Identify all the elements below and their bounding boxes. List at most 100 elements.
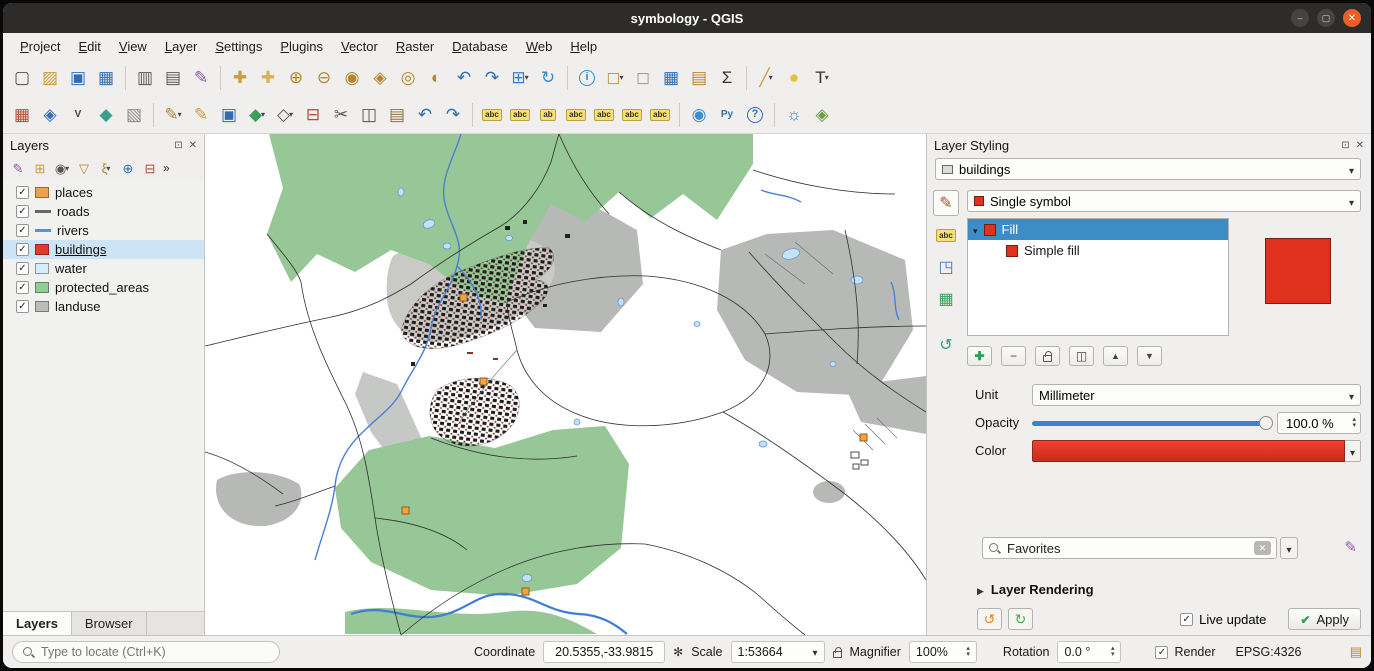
layer-row-buildings[interactable]: buildings	[3, 240, 204, 259]
menu-help[interactable]: Help	[561, 36, 606, 57]
pan-map-icon[interactable]: ✚	[227, 65, 253, 91]
apply-button[interactable]: Apply	[1288, 608, 1361, 630]
undo-style-button[interactable]: ↺	[977, 608, 1002, 630]
locate-input[interactable]	[41, 645, 270, 659]
symbology-tab[interactable]: ✎	[933, 190, 959, 216]
zoom-to-selection-icon[interactable]: ◎	[395, 65, 421, 91]
refresh-map-icon[interactable]: ↻	[535, 65, 561, 91]
zoom-to-layer-icon[interactable]: ◐	[423, 65, 449, 91]
new-print-layout-icon[interactable]: ▥	[132, 65, 158, 91]
tab-layers[interactable]: Layers	[3, 612, 72, 635]
layer-rendering-section[interactable]: Layer Rendering	[977, 582, 1094, 597]
zoom-in-icon[interactable]: ⊕	[283, 65, 309, 91]
clear-search-icon[interactable]: ✕	[1254, 541, 1271, 555]
layer-visibility-checkbox[interactable]	[16, 205, 29, 218]
layer-visibility-checkbox[interactable]	[16, 300, 29, 313]
map-tips-icon[interactable]: ●	[781, 65, 807, 91]
opacity-slider[interactable]	[1032, 421, 1271, 426]
filter-expression-icon[interactable]: ξ▾	[96, 158, 116, 178]
menu-plugins[interactable]: Plugins	[271, 36, 332, 57]
layer-labeling-icon[interactable]: abc	[479, 102, 505, 128]
save-layer-edits-icon[interactable]: ▣	[216, 102, 242, 128]
new-map-view-icon[interactable]: ⊞▾	[507, 65, 533, 91]
new-project-icon[interactable]: ▢	[9, 65, 35, 91]
menu-raster[interactable]: Raster	[387, 36, 443, 57]
rotation-spinbox[interactable]: 0.0 °	[1057, 641, 1121, 663]
menu-database[interactable]: Database	[443, 36, 517, 57]
color-button[interactable]	[1032, 440, 1361, 462]
menu-view[interactable]: View	[110, 36, 156, 57]
locate-search[interactable]	[12, 641, 280, 663]
spin-arrows-icon[interactable]	[962, 646, 970, 658]
minimize-button[interactable]: –	[1291, 9, 1309, 27]
magnifier-spinbox[interactable]: 100%	[909, 641, 977, 663]
zoom-native-icon[interactable]: ◉	[339, 65, 365, 91]
new-geopackage-layer-icon[interactable]: ◆	[93, 102, 119, 128]
add-group-icon[interactable]: ⊞	[30, 158, 50, 178]
symbol-node-fill[interactable]: Fill	[968, 219, 1228, 240]
color-chip[interactable]	[1032, 440, 1345, 462]
remove-symbol-layer-button[interactable]: −	[1001, 346, 1026, 366]
zoom-last-icon[interactable]: ↶	[451, 65, 477, 91]
extents-icon[interactable]: ✻	[673, 645, 683, 659]
layer-diagram-icon[interactable]: abc	[507, 102, 533, 128]
open-project-icon[interactable]: ▨	[37, 65, 63, 91]
menu-web[interactable]: Web	[517, 36, 562, 57]
labels-tab[interactable]: abc	[933, 222, 959, 248]
tab-browser[interactable]: Browser	[72, 612, 147, 635]
layer-visibility-checkbox[interactable]	[16, 224, 29, 237]
pin-labels-icon[interactable]: abc	[591, 102, 617, 128]
opacity-slider-knob[interactable]	[1259, 416, 1273, 430]
unit-combo[interactable]: Millimeter	[1032, 384, 1361, 406]
panel-float-icon[interactable]: ⊡	[1341, 140, 1349, 151]
layer-row-landuse[interactable]: landuse	[3, 297, 204, 316]
toggle-editing-icon[interactable]: ✎	[188, 102, 214, 128]
menu-layer[interactable]: Layer	[156, 36, 207, 57]
save-project-icon[interactable]: ▣	[65, 65, 91, 91]
layer-visibility-checkbox[interactable]	[16, 186, 29, 199]
panel-float-icon[interactable]: ⊡	[174, 140, 182, 151]
zoom-full-icon[interactable]: ◈	[367, 65, 393, 91]
add-vector-layer-icon[interactable]: ◈	[37, 102, 63, 128]
label-options-icon[interactable]: abc	[647, 102, 673, 128]
measure-icon[interactable]: ╱▾	[753, 65, 779, 91]
new-temporary-layer-icon[interactable]: ▧	[121, 102, 147, 128]
live-update-checkbox[interactable]: Live update	[1180, 612, 1266, 627]
layer-visibility-checkbox[interactable]	[16, 243, 29, 256]
view-3d-tab[interactable]: ◳	[933, 254, 959, 280]
map-canvas[interactable]	[205, 134, 926, 635]
move-down-button[interactable]: ▼	[1137, 346, 1162, 366]
checkbox-icon[interactable]	[1180, 613, 1193, 626]
pan-to-selection-icon[interactable]: ✚	[255, 65, 281, 91]
highlight-labels-icon[interactable]: abc	[619, 102, 645, 128]
statistical-summary-icon[interactable]: Σ	[714, 65, 740, 91]
current-edits-icon[interactable]: ✎▾	[160, 102, 186, 128]
manage-map-themes-icon[interactable]: ◉▾	[52, 158, 72, 178]
redo-style-button[interactable]: ↻	[1008, 608, 1033, 630]
history-tab[interactable]: ↺	[933, 332, 959, 358]
layer-selector-combo[interactable]: buildings	[935, 158, 1361, 180]
expander-icon[interactable]	[973, 222, 978, 237]
metasearch-icon[interactable]: ◉	[686, 102, 712, 128]
new-shapefile-layer-icon[interactable]: V	[65, 102, 91, 128]
python-console-icon[interactable]: Py	[714, 102, 740, 128]
panel-close-icon[interactable]: ✕	[1356, 140, 1364, 151]
style-manager-icon[interactable]: ✎	[188, 65, 214, 91]
coordinate-box[interactable]	[543, 641, 665, 663]
open-attribute-table-icon[interactable]: ▦	[658, 65, 684, 91]
style-manager-icon[interactable]: ✎	[1344, 538, 1357, 556]
color-dropdown[interactable]	[1345, 440, 1361, 462]
layer-row-places[interactable]: places	[3, 183, 204, 202]
zoom-out-icon[interactable]: ⊖	[311, 65, 337, 91]
lock-scale-icon[interactable]	[833, 651, 842, 658]
layer-visibility-checkbox[interactable]	[16, 281, 29, 294]
osm-tools-icon[interactable]: ◈	[809, 102, 835, 128]
symbol-type-combo[interactable]: Single symbol	[967, 190, 1361, 212]
messages-log-icon[interactable]: ▤	[1350, 644, 1362, 660]
vertex-tool-icon[interactable]: ◇▾	[272, 102, 298, 128]
toolbar-overflow-icon[interactable]: »	[163, 161, 170, 175]
spin-arrows-icon[interactable]	[1107, 646, 1115, 658]
maximize-button[interactable]: ▢	[1317, 9, 1335, 27]
crs-indicator[interactable]: EPSG:4326	[1235, 645, 1301, 659]
style-filter-input[interactable]	[1007, 541, 1248, 556]
